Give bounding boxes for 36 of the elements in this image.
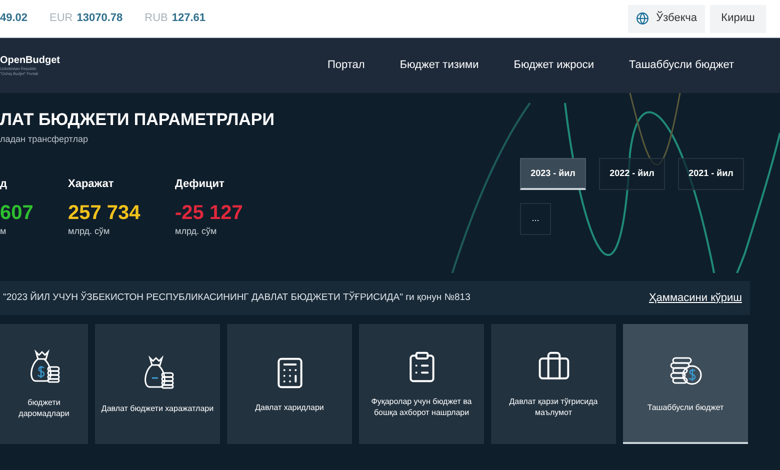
stat-value: 607 (0, 200, 34, 224)
more-years-button[interactable]: ... (520, 203, 551, 235)
currency-rate: 127.61 (172, 11, 206, 26)
stat-unit: млрд. сўм (175, 224, 218, 238)
nav-link[interactable]: Бюджет ижроси (514, 57, 594, 74)
year-tab[interactable]: 2023 - йил (520, 158, 586, 190)
nav-link[interactable]: Портал (327, 57, 365, 74)
view-all-link[interactable]: Ҳаммасини кўриш (648, 290, 742, 306)
globe-icon (636, 12, 650, 25)
year-tab[interactable]: 2022 - йил (599, 158, 665, 190)
stat-value: -25 127 (175, 200, 244, 224)
category-card[interactable]: Давлат харидлари (227, 324, 352, 444)
category-card[interactable]: бюджети даромадлари (0, 324, 88, 444)
year-tab[interactable]: 2021 - йил (678, 158, 744, 190)
category-card[interactable]: Давлат қарзи тўғрисида маълумот (491, 324, 616, 444)
nav-link[interactable]: Ташаббусли бюджет (628, 57, 734, 74)
stat-value: 257 734 (68, 200, 142, 224)
nav-link[interactable]: Бюджет тизими (400, 57, 479, 74)
page-title: ЛАТ БЮДЖЕТИ ПАРАМЕТРЛАРИ (0, 109, 274, 131)
stat-label: д (0, 177, 8, 192)
law-title: "2023 ЙИЛ УЧУН ЎЗБЕКИСТОН РЕСПУБЛИКАСИНИНГ ДАВЛАТ БЮДЖЕТИ ТЎҒРИСИДА" ги қонун №813 (3, 290, 470, 305)
logo-name: OpenBudget (0, 56, 61, 66)
currency-code: EUR (50, 11, 73, 26)
page-subtitle: ладан трансфертлар (0, 132, 89, 146)
category-card[interactable]: Давлат бюджети харажатлари (95, 324, 220, 444)
category-card[interactable]: Ташаббусли бюджет (623, 324, 748, 444)
stat-label: Дефицит (175, 177, 226, 192)
language-button[interactable]: Ўзбекча (628, 4, 705, 32)
currency-rate: 13070.78 (76, 11, 123, 26)
category-card[interactable]: Фуқаролар учун бюджет ва бошқа ахборот нашрлари (359, 324, 484, 444)
currency-rate: 49.02 (0, 11, 28, 26)
stat-unit: млрд. сўм (68, 224, 111, 238)
stat-label: Харажат (68, 177, 115, 192)
login-button[interactable]: Кириш (710, 4, 766, 32)
stat-unit: м (0, 224, 8, 238)
currency-code: RUB (144, 11, 168, 26)
